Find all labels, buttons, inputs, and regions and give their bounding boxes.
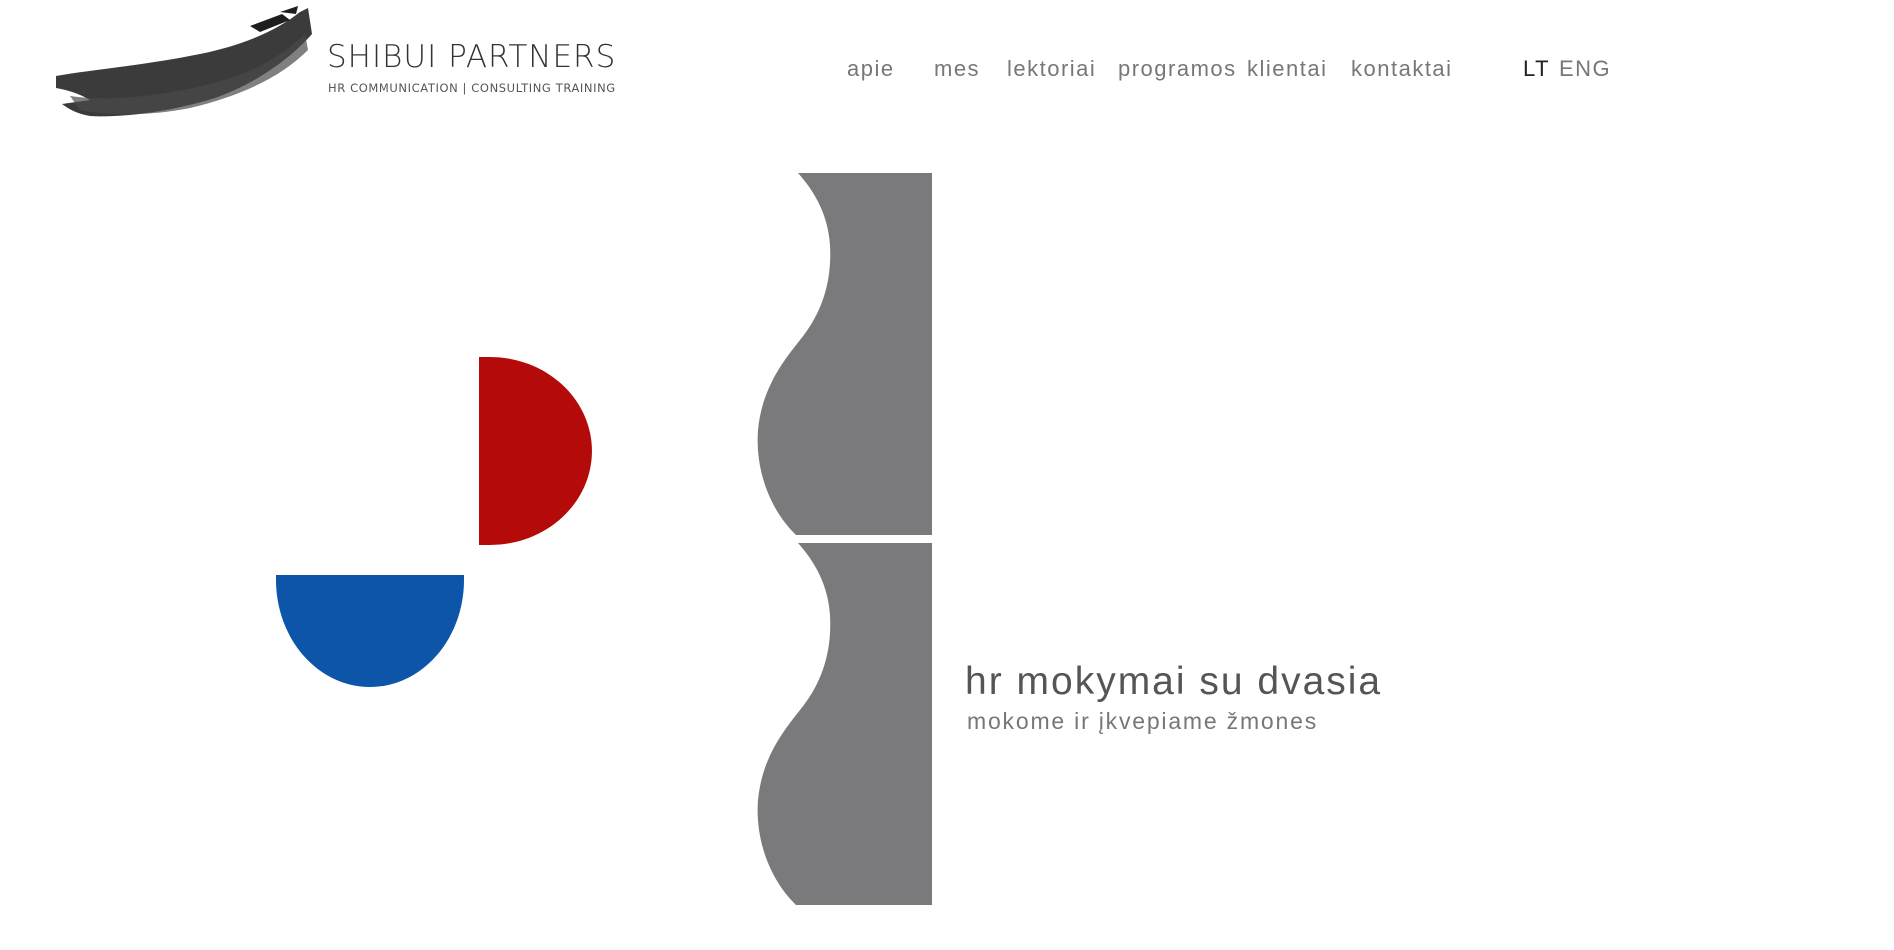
hero-headline: hr mokymai su dvasia — [965, 660, 1383, 703]
grey-wave-shape-top — [757, 173, 932, 535]
grey-wave-shape-bottom — [757, 543, 932, 905]
hero-artwork — [276, 173, 932, 905]
hero-subline: mokome ir įkvepiame žmones — [967, 708, 1319, 734]
red-half-circle-shape — [479, 357, 592, 545]
blue-half-circle-shape — [276, 575, 464, 687]
